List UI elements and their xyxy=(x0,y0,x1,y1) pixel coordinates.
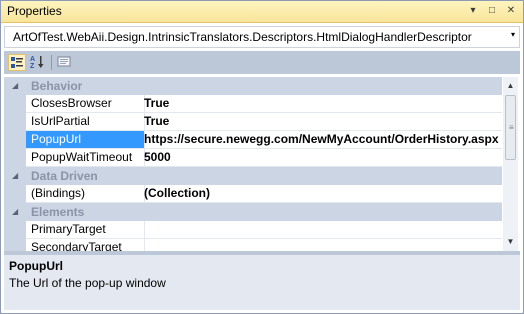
expander-icon[interactable]: ◢ xyxy=(12,171,18,180)
category-data-driven[interactable]: ◢ Data Driven xyxy=(4,167,502,185)
alphabetical-button[interactable]: A Z xyxy=(29,54,47,71)
object-selector-value: ArtOfTest.WebAii.Design.IntrinsicTransla… xyxy=(13,30,472,44)
scroll-thumb[interactable]: ≡ xyxy=(505,95,516,160)
categorized-icon xyxy=(11,57,23,68)
category-name: Data Driven xyxy=(31,169,98,183)
window-title: Properties xyxy=(7,4,62,18)
property-value[interactable]: 5000 xyxy=(140,149,502,167)
svg-text:Z: Z xyxy=(30,63,35,69)
description-text: The Url of the pop-up window xyxy=(9,276,166,290)
row-gutter xyxy=(4,131,26,149)
property-name[interactable]: PrimaryTarget xyxy=(26,221,145,239)
categorized-button[interactable] xyxy=(8,54,26,71)
expander-icon[interactable]: ◢ xyxy=(12,81,18,90)
property-pages-icon xyxy=(57,56,71,67)
scroll-up-icon[interactable]: ▲ xyxy=(503,79,518,93)
row-gutter xyxy=(4,113,26,131)
row-gutter xyxy=(4,95,26,113)
property-name[interactable]: (Bindings) xyxy=(26,185,145,203)
property-value[interactable]: True xyxy=(140,95,502,113)
category-name: Elements xyxy=(31,205,85,219)
property-name[interactable]: IsUrlPartial xyxy=(26,113,145,131)
expander-icon[interactable]: ◢ xyxy=(12,207,18,216)
property-grid: ◢ Behavior ClosesBrowser True IsUrlParti… xyxy=(4,77,502,251)
dropdown-icon[interactable]: ▾ xyxy=(467,4,479,17)
row-gutter xyxy=(4,149,26,167)
maximize-icon[interactable]: □ xyxy=(486,4,498,17)
property-row-closesbrowser[interactable]: ClosesBrowser True xyxy=(4,95,502,113)
property-row-isurlpartial[interactable]: IsUrlPartial True xyxy=(4,113,502,131)
property-row-primarytarget[interactable]: PrimaryTarget xyxy=(4,221,502,239)
row-gutter xyxy=(4,239,26,251)
property-value[interactable] xyxy=(140,221,502,239)
grip-icon: ≡ xyxy=(509,123,514,132)
chevron-down-icon[interactable]: ▾ xyxy=(511,30,515,39)
svg-text:A: A xyxy=(30,56,35,63)
property-value[interactable] xyxy=(140,239,502,251)
property-row-bindings[interactable]: (Bindings) (Collection) xyxy=(4,185,502,203)
property-name[interactable]: PopupUrl xyxy=(26,131,145,149)
properties-window: Properties ▾ □ ✕ ArtOfTest.WebAii.Design… xyxy=(0,0,524,314)
window-controls: ▾ □ ✕ xyxy=(467,4,517,17)
property-value[interactable]: True xyxy=(140,113,502,131)
property-row-secondarytarget[interactable]: SecondaryTarget xyxy=(4,239,502,251)
property-row-popupurl[interactable]: PopupUrl https://secure.newegg.com/NewMy… xyxy=(4,131,502,149)
property-name[interactable]: ClosesBrowser xyxy=(26,95,145,113)
title-bar[interactable]: Properties ▾ □ ✕ xyxy=(1,1,523,23)
property-pages-button[interactable] xyxy=(56,54,74,71)
property-value[interactable]: (Collection) xyxy=(140,185,502,203)
row-gutter xyxy=(4,221,26,239)
category-elements[interactable]: ◢ Elements xyxy=(4,203,502,221)
property-value[interactable]: https://secure.newegg.com/NewMyAccount/O… xyxy=(140,131,502,149)
property-name[interactable]: PopupWaitTimeout xyxy=(26,149,145,167)
scroll-down-icon[interactable]: ▼ xyxy=(503,235,518,249)
property-name[interactable]: SecondaryTarget xyxy=(26,239,145,251)
toolbar-separator xyxy=(51,55,52,70)
alphabetical-icon: A Z xyxy=(30,56,44,69)
category-behavior[interactable]: ◢ Behavior xyxy=(4,77,502,95)
vertical-scrollbar[interactable]: ▲ ≡ ▼ xyxy=(503,77,518,251)
properties-toolbar: A Z xyxy=(4,51,520,74)
row-gutter xyxy=(4,185,26,203)
category-name: Behavior xyxy=(31,79,83,93)
description-title: PopupUrl xyxy=(9,259,63,273)
close-icon[interactable]: ✕ xyxy=(505,4,517,17)
object-selector[interactable]: ArtOfTest.WebAii.Design.IntrinsicTransla… xyxy=(4,26,520,48)
description-pane: PopupUrl The Url of the pop-up window xyxy=(4,255,520,310)
property-row-popupwaittimeout[interactable]: PopupWaitTimeout 5000 xyxy=(4,149,502,167)
